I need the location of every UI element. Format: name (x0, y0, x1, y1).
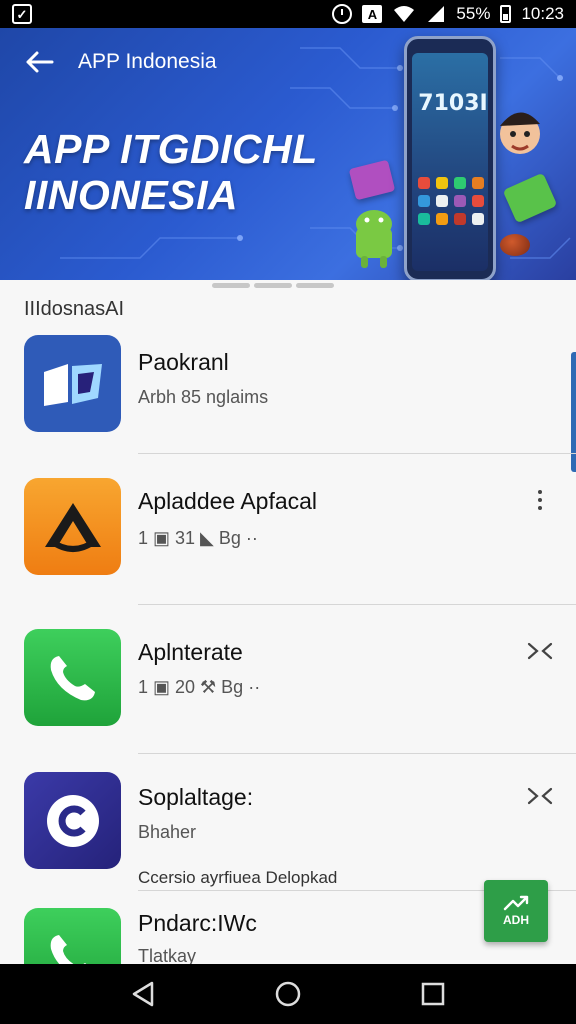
hero-title: APP ITGDICHL IINONESIA (24, 126, 324, 218)
triangle-logo-icon (44, 502, 101, 552)
nav-recents-button[interactable] (413, 974, 453, 1014)
app-bar: APP Indonesia (0, 28, 440, 96)
check-box-icon: ✓ (12, 4, 32, 24)
shuffle-button[interactable] (524, 635, 556, 667)
app-icon-apladdee (24, 478, 121, 575)
c-logo-icon (46, 794, 99, 847)
nav-back-button[interactable] (123, 974, 163, 1014)
app-subtitle: 1 ▣ 20 ⚒ Bg ·· (138, 677, 261, 697)
app-logo-icon (43, 363, 102, 406)
phone-app-grid (418, 177, 486, 225)
app-icon-soplaltage (24, 772, 121, 869)
app-name: Pndarc:IWc (138, 910, 257, 936)
wifi-icon (394, 6, 415, 22)
app-name: Apladdee Apfacal (138, 488, 318, 514)
list-item[interactable]: Soplaltage: Bhaher Ccersio ayrfiuea Delo… (0, 772, 576, 892)
divider (138, 604, 576, 605)
battery-icon (500, 5, 512, 23)
app-name: Aplnterate (138, 639, 243, 665)
signal-icon (428, 6, 445, 22)
phone-illustration: 7103I (404, 36, 496, 280)
cartoon-character-illustration (500, 112, 540, 154)
alarm-icon (332, 4, 353, 24)
arrow-left-icon (26, 51, 54, 73)
navigation-bar (0, 964, 576, 1024)
phone-clock: 7103I (418, 91, 488, 116)
app-name: Soplaltage: (138, 784, 254, 810)
divider (138, 453, 576, 454)
nav-home-button[interactable] (268, 974, 308, 1014)
shuffle-button[interactable] (524, 780, 556, 812)
recents-square-icon (422, 982, 445, 1006)
app-icon-pndarc (24, 908, 121, 964)
hero-title-line-2: IINONESIA (24, 172, 239, 218)
app-description: Ccersio ayrfiuea Delopkad (138, 868, 338, 887)
app-list: IIIdosnasAI Paokranl Arbh 85 nglaims Apl… (0, 280, 576, 964)
drag-handle[interactable] (212, 283, 334, 288)
app-name: Paokranl (138, 349, 229, 375)
shuffle-icon (527, 787, 553, 805)
app-subtitle: Arbh 85 nglaims (138, 387, 269, 407)
home-circle-icon (275, 981, 301, 1007)
app-bar-title: APP Indonesia (78, 50, 217, 73)
app-icon-aplnterate (24, 629, 121, 726)
back-button[interactable] (22, 45, 56, 79)
clock: 10:23 (521, 4, 564, 23)
app-subtitle: 1 ▣ 31 ◣ Bg ·· (138, 528, 258, 548)
more-vert-icon (538, 490, 542, 510)
section-title: IIIdosnasAI (24, 298, 125, 320)
a-badge-icon: A (362, 5, 383, 23)
add-fab-button[interactable]: ADH (484, 880, 548, 942)
phone-logo-icon (50, 934, 87, 964)
app-icon-paokranl (24, 335, 121, 432)
hero-title-line-1: APP ITGDICHL (24, 126, 318, 172)
phone-screen: 7103I (412, 53, 488, 271)
ball-illustration (500, 234, 530, 256)
back-triangle-icon (132, 981, 153, 1007)
hero-banner: APP Indonesia APP ITGDICHL IINONESIA 710… (0, 28, 576, 280)
list-item[interactable]: Apladdee Apfacal 1 ▣ 31 ◣ Bg ·· (0, 478, 576, 605)
android-robot-icon (356, 210, 392, 268)
shuffle-icon (527, 642, 553, 660)
divider (138, 753, 576, 754)
app-subtitle: Bhaher (138, 822, 197, 842)
more-options-button[interactable] (524, 484, 556, 516)
battery-percent: 55% (456, 4, 491, 23)
list-item[interactable]: Paokranl Arbh 85 nglaims (0, 335, 576, 455)
app-subtitle: Tlatkay (138, 946, 197, 964)
phone-logo-icon (50, 655, 95, 700)
list-item[interactable]: Aplnterate 1 ▣ 20 ⚒ Bg ·· (0, 629, 576, 754)
status-bar: ✓ A 55% 10:23 (0, 0, 576, 28)
trend-up-icon (503, 895, 529, 911)
fab-label: ADH (503, 913, 529, 927)
